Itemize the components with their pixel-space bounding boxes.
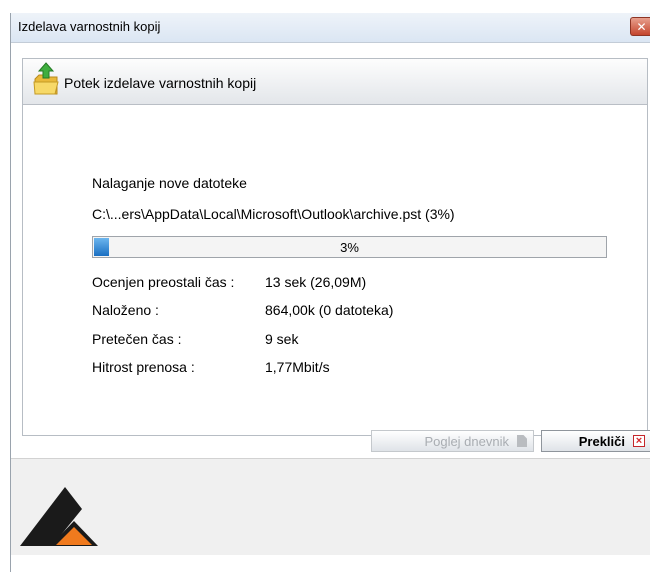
panel-title: Potek izdelave varnostnih kopij — [64, 75, 257, 91]
progress-panel: Potek izdelave varnostnih kopij Nalaganj… — [22, 58, 648, 436]
view-log-label: Poglej dnevnik — [424, 433, 509, 449]
cancel-button[interactable]: Prekliči × — [541, 430, 650, 452]
close-icon: ✕ — [636, 19, 647, 34]
remaining-time-label: Ocenjen preostali čas : — [92, 274, 235, 290]
panel-header: Potek izdelave varnostnih kopij — [23, 59, 647, 105]
uploaded-label: Naloženo : — [92, 302, 159, 318]
status-text: Nalaganje nove datoteke — [92, 175, 247, 191]
transfer-speed-value: 1,77Mbit/s — [265, 359, 330, 375]
window-title: Izdelava varnostnih kopij — [18, 19, 161, 34]
folder-upload-icon — [33, 61, 59, 100]
backup-window: Izdelava varnostnih kopij ✕ Potek izdela… — [10, 13, 650, 572]
current-file-path: C:\...ers\AppData\Local\Microsoft\Outloo… — [92, 206, 455, 222]
close-button[interactable]: ✕ — [630, 17, 650, 36]
document-icon — [517, 435, 527, 447]
view-log-button[interactable]: Poglej dnevnik — [371, 430, 534, 452]
brand-logo — [20, 487, 120, 550]
progress-percent: 3% — [340, 240, 359, 255]
transfer-speed-label: Hitrost prenosa : — [92, 359, 195, 375]
cancel-icon: × — [633, 435, 645, 447]
remaining-time-value: 13 sek (26,09M) — [265, 274, 367, 290]
uploaded-value: 864,00k (0 datoteka) — [265, 302, 394, 318]
title-bar[interactable]: Izdelava varnostnih kopij ✕ — [11, 13, 650, 43]
progress-bar: 3% — [92, 236, 607, 258]
cancel-label: Prekliči — [578, 433, 625, 449]
elapsed-time-label: Pretečen čas : — [92, 331, 182, 347]
elapsed-time-value: 9 sek — [265, 331, 299, 347]
